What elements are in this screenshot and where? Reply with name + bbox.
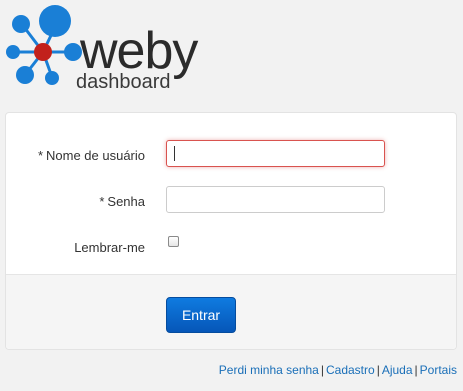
required-mark: * (37, 148, 43, 163)
weby-logo: weby dashboard (6, 5, 199, 93)
register-link[interactable]: Cadastro (326, 363, 375, 377)
username-label: * Nome de usuário (37, 148, 145, 163)
text-caret (174, 146, 175, 161)
username-input[interactable] (166, 140, 385, 167)
portals-link[interactable]: Portais (420, 363, 457, 377)
brand-subtitle: dashboard (76, 71, 171, 93)
password-input[interactable] (166, 186, 385, 213)
remember-checkbox[interactable] (168, 236, 179, 247)
password-label: * Senha (99, 194, 145, 209)
network-icon (6, 5, 82, 85)
remember-label: Lembrar-me (74, 240, 145, 255)
forgot-password-link[interactable]: Perdi minha senha (219, 363, 319, 377)
help-link[interactable]: Ajuda (382, 363, 413, 377)
login-button[interactable]: Entrar (166, 297, 236, 333)
login-panel: * Nome de usuário * Senha Lembrar-me Entra… (5, 112, 457, 350)
footer-links: Perdi minha senha | Cadastro | Ajuda | Portais (218, 363, 457, 377)
required-mark: * (99, 194, 105, 209)
